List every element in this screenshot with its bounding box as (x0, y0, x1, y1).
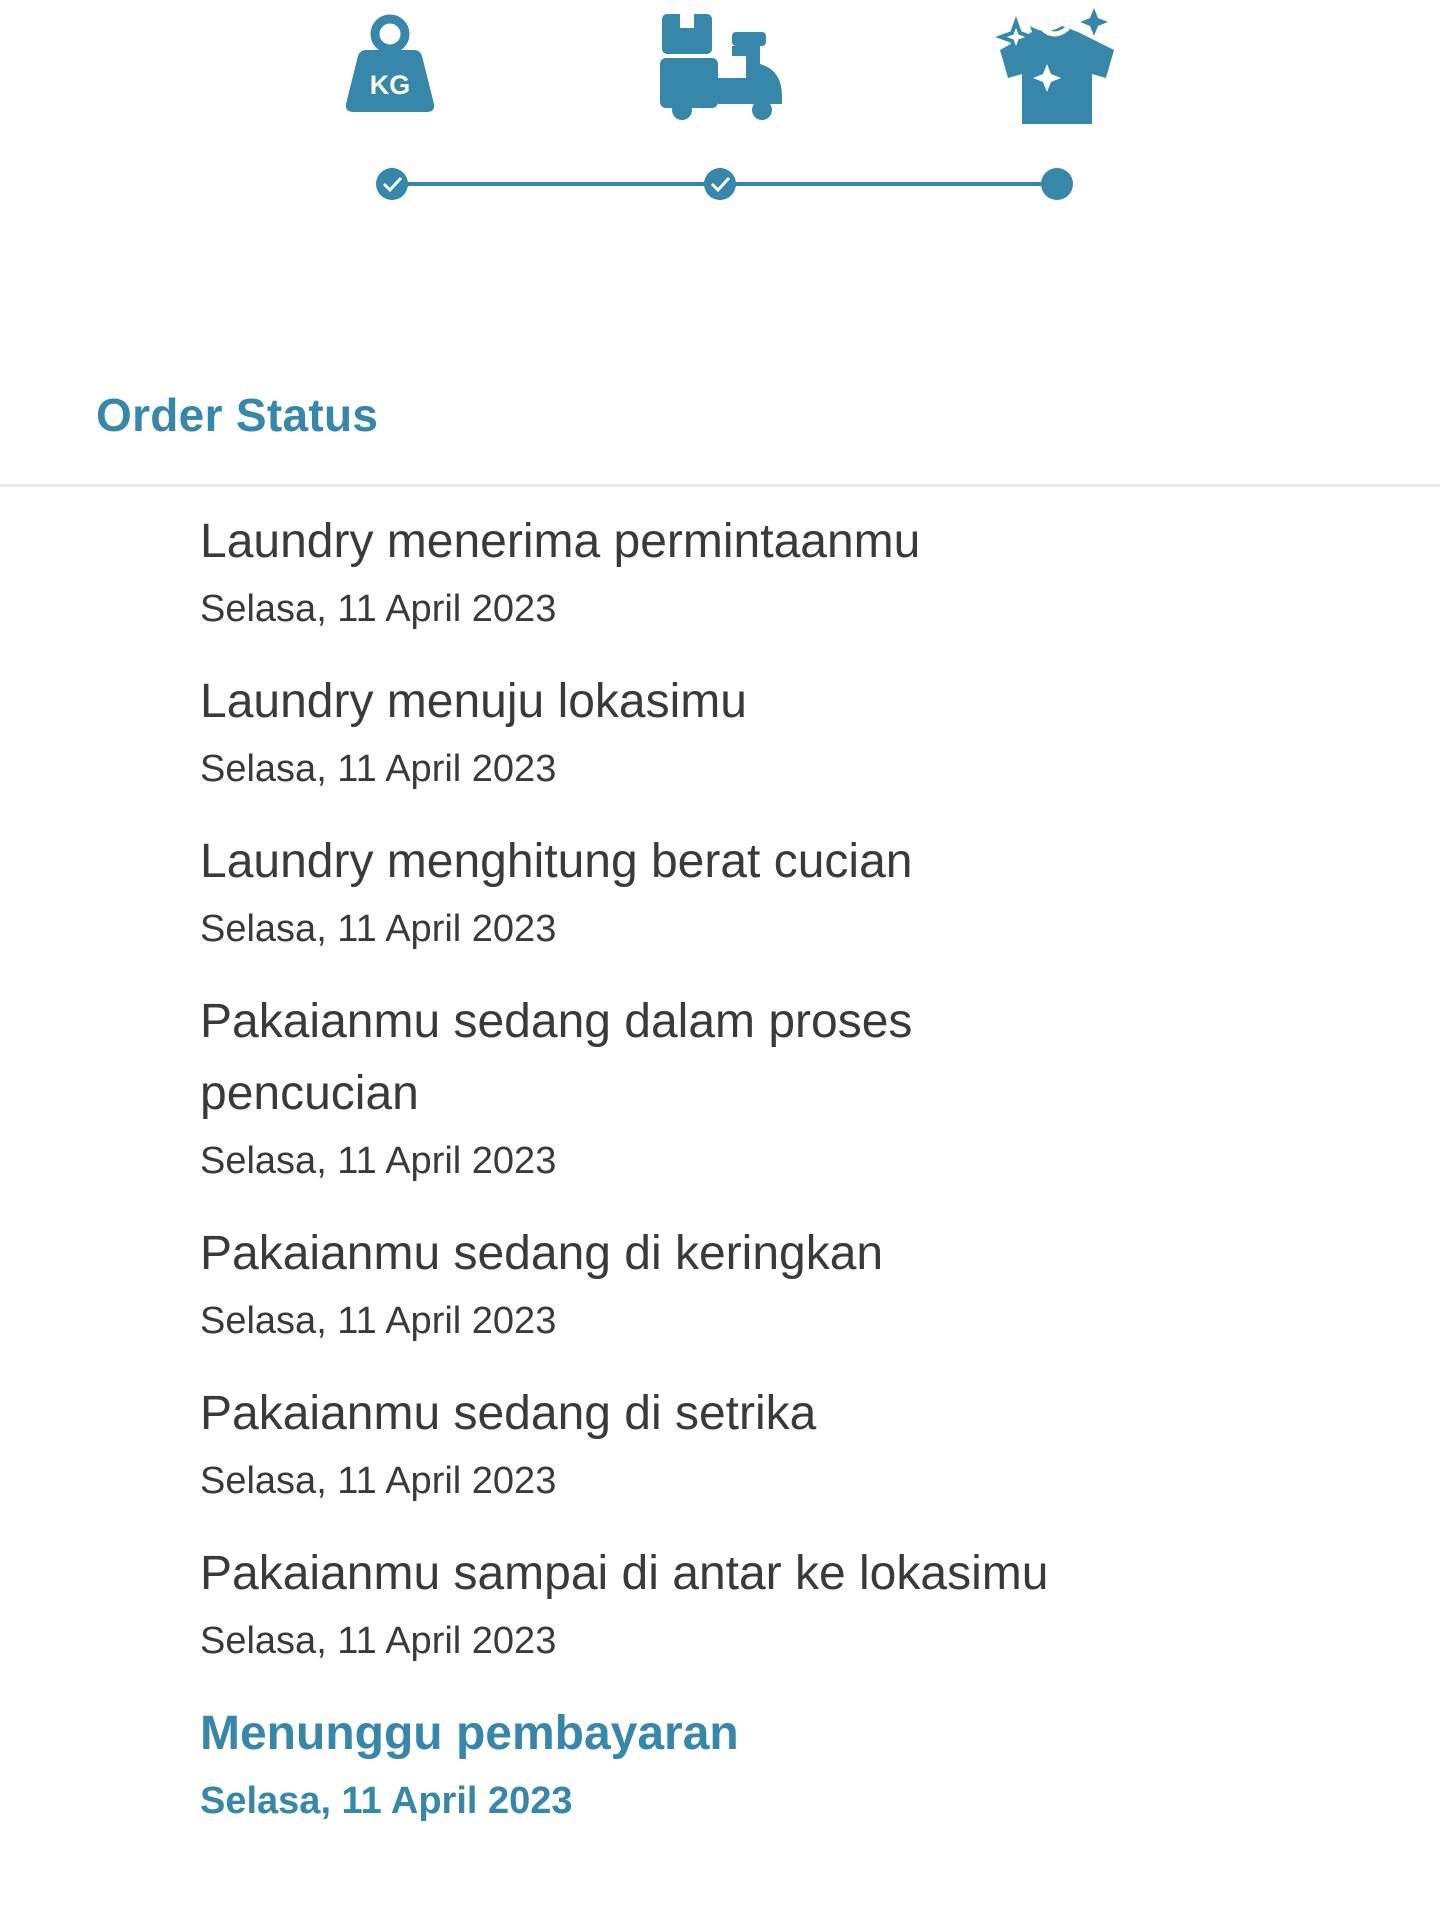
status-timeline: Laundry menerima permintaanmu Selasa, 11… (200, 506, 1100, 1858)
progress-track (376, 168, 1073, 200)
step-1-check-icon (376, 168, 408, 200)
status-text: Pakaianmu sedang di setrika (200, 1387, 817, 1440)
status-item: Pakaianmu sedang di setrika Selasa, 11 A… (200, 1378, 1100, 1512)
status-text: Pakaianmu sedang di keringkan (200, 1227, 884, 1280)
order-progress-stepper: KG (0, 0, 1440, 260)
status-text: Laundry menerima permintaanmu (200, 515, 921, 568)
step-2-check-icon (704, 168, 736, 200)
status-item: Pakaianmu sampai di antar ke lokasimu Se… (200, 1538, 1100, 1672)
status-text: Laundry menuju lokasimu (200, 675, 747, 728)
status-item: Laundry menuju lokasimu Selasa, 11 April… (200, 666, 1100, 800)
status-date: Selasa, 11 April 2023 (200, 1620, 557, 1662)
section-title: Order Status (96, 389, 379, 441)
divider (0, 484, 1440, 487)
status-date: Selasa, 11 April 2023 (200, 1300, 557, 1342)
status-date: Selasa, 11 April 2023 (200, 588, 557, 630)
status-item: Pakaianmu sedang dalam proses pencucian … (200, 986, 1100, 1192)
status-item-current: Menunggu pembayaran Selasa, 11 April 202… (200, 1698, 1100, 1832)
status-date-current: Selasa, 11 April 2023 (200, 1780, 573, 1822)
status-item: Laundry menerima permintaanmu Selasa, 11… (200, 506, 1100, 640)
status-text: Pakaianmu sampai di antar ke lokasimu (200, 1547, 1049, 1600)
status-item: Pakaianmu sedang di keringkan Selasa, 11… (200, 1218, 1100, 1352)
status-date: Selasa, 11 April 2023 (200, 908, 557, 950)
status-item: Laundry menghitung berat cucian Selasa, … (200, 826, 1100, 960)
status-date: Selasa, 11 April 2023 (200, 748, 557, 790)
status-text: Pakaianmu sedang dalam proses pencucian (200, 995, 913, 1120)
step-3-current-dot (1041, 168, 1073, 200)
status-text: Laundry menghitung berat cucian (200, 835, 913, 888)
status-text-current: Menunggu pembayaran (200, 1707, 739, 1760)
status-date: Selasa, 11 April 2023 (200, 1140, 557, 1182)
status-date: Selasa, 11 April 2023 (200, 1460, 557, 1502)
